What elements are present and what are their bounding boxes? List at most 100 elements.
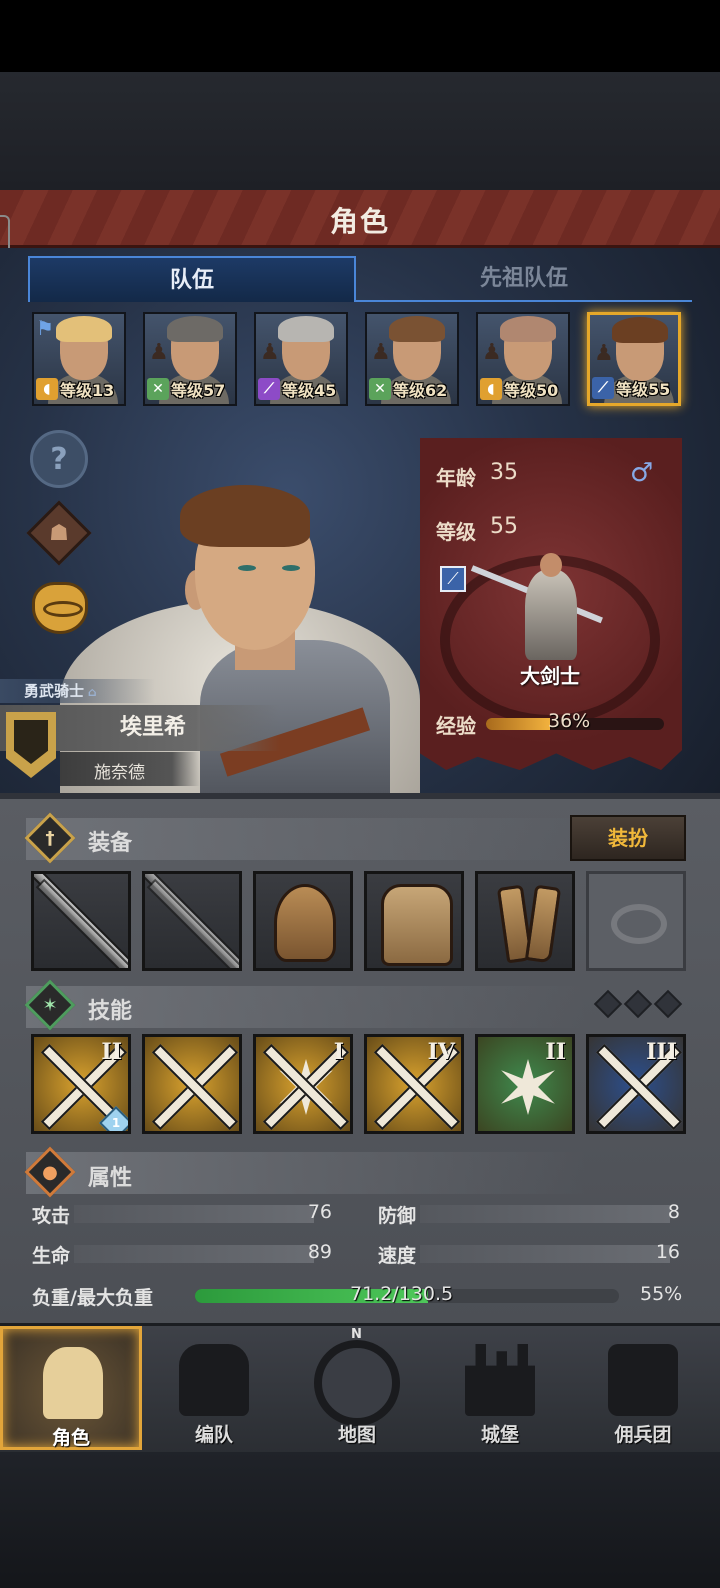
dress-up-button[interactable]: 装扮 <box>570 815 686 861</box>
greatsword-icon[interactable] <box>31 871 131 971</box>
leader-flag-icon: ⚑ <box>36 316 54 340</box>
helmet-group-icon <box>179 1344 249 1416</box>
unit-mini-icon: ♟ <box>371 340 391 365</box>
starburst-icon[interactable]: II <box>475 1034 575 1134</box>
speed-value: 16 <box>655 1241 680 1263</box>
skill-rank: II <box>101 1039 122 1065</box>
roster-portrait[interactable]: ♟ ⟋ 等级45 <box>254 312 348 406</box>
shield-icon: ◖ <box>480 378 502 400</box>
bottom-backdrop <box>0 1452 720 1588</box>
top-backdrop <box>0 72 720 190</box>
roster-portrait[interactable]: ♟ ✕ 等级62 <box>365 312 459 406</box>
sword-icon: ⟋ <box>592 377 614 399</box>
age-label: 年龄 <box>436 466 476 490</box>
shield-icon: ◖ <box>36 378 58 400</box>
exp-percent: 36% <box>548 710 591 732</box>
portrait-level: 等级13 <box>60 381 115 400</box>
exp-label: 经验 <box>436 714 476 738</box>
class-name: 大剑士 <box>520 664 580 688</box>
armor-icon[interactable] <box>364 871 464 971</box>
mercenary-icon <box>608 1344 678 1416</box>
portrait-hair <box>167 316 223 342</box>
ring-icon[interactable] <box>586 871 686 971</box>
crossed-swords-icon[interactable]: IV <box>364 1034 464 1134</box>
portrait-hair <box>500 316 556 342</box>
attack-label: 攻击 <box>32 1205 71 1227</box>
compass-north-label: N <box>351 1327 362 1342</box>
unit-mini-icon: ♟ <box>594 341 614 366</box>
portrait-hair <box>612 317 668 343</box>
helmet-icon[interactable] <box>253 871 353 971</box>
help-icon[interactable]: ? <box>30 430 88 488</box>
sword-class-icon: ⟋ <box>440 566 466 592</box>
sword-aura-icon[interactable] <box>142 1034 242 1134</box>
page-header: 角色 <box>0 190 720 248</box>
portrait-level: 等级62 <box>393 381 448 400</box>
skill-badge-text: 1 <box>111 1116 121 1130</box>
portrait-level: 等级55 <box>616 380 671 399</box>
crossed-weapons-icon: ✕ <box>147 378 169 400</box>
skill-rank: IV <box>427 1039 455 1065</box>
exp-bar-fill <box>486 718 551 730</box>
compass-icon <box>314 1340 400 1426</box>
greatsword-icon[interactable] <box>142 871 242 971</box>
hero-title-text: 勇武骑士 <box>24 682 85 700</box>
arrow-strike-icon[interactable]: II 1 <box>31 1034 131 1134</box>
male-icon: ♂ <box>630 458 654 488</box>
knight-icon <box>43 1347 103 1419</box>
page-title: 角色 <box>329 205 390 238</box>
portrait-hair <box>389 316 445 342</box>
nav-role[interactable]: 角色 <box>0 1326 142 1450</box>
unit-mini-icon: ♟ <box>260 340 280 365</box>
roster-portrait[interactable]: ♟ ⟋ 等级55 <box>587 312 681 406</box>
speed-label: 速度 <box>378 1245 417 1267</box>
load-label: 负重/最大负重 <box>32 1287 153 1309</box>
nav-mercenary[interactable]: 佣兵团 <box>572 1326 714 1450</box>
portrait-level: 等级57 <box>171 381 226 400</box>
roster-portrait[interactable]: ♟ ✕ 等级57 <box>143 312 237 406</box>
boots-icon[interactable] <box>475 871 575 971</box>
age-value: 35 <box>490 460 518 485</box>
roster-portrait[interactable]: ♟ ◖ 等级50 <box>476 312 570 406</box>
castle-icon <box>465 1344 535 1416</box>
unit-mini-icon: ♟ <box>149 340 169 365</box>
crossed-weapons-icon: ✕ <box>369 378 391 400</box>
tab-ancestor-team[interactable]: 先祖队伍 <box>356 256 692 302</box>
nav-mercenary-label: 佣兵团 <box>614 1424 672 1446</box>
skill-rank: I <box>333 1039 344 1065</box>
rank-badge-icon: ⌂ <box>88 685 97 699</box>
unit-mini-icon: ♟ <box>482 340 502 365</box>
hero-title: 勇武骑士 ⌂ <box>0 679 155 703</box>
equipment-title: 装备 <box>88 831 133 856</box>
nav-role-label: 角色 <box>51 1427 90 1449</box>
portrait-hair <box>278 316 334 342</box>
potion-pot-icon[interactable] <box>32 582 88 634</box>
nav-map-label: 地图 <box>337 1424 376 1446</box>
nav-castle[interactable]: 城堡 <box>429 1326 571 1450</box>
defense-label: 防御 <box>378 1205 417 1227</box>
level-value: 55 <box>490 514 518 539</box>
hp-value: 89 <box>307 1241 332 1263</box>
load-percent: 55% <box>640 1283 683 1305</box>
portrait-level: 等级50 <box>504 381 559 400</box>
skill-rank: III <box>646 1039 677 1065</box>
load-value: 71.2/130.5 <box>350 1283 454 1305</box>
hp-label: 生命 <box>32 1245 71 1267</box>
skill-burst-shape <box>501 1059 555 1115</box>
nav-map[interactable]: N 地图 <box>286 1326 428 1450</box>
burst-strike-icon[interactable]: I <box>253 1034 353 1134</box>
tab-team[interactable]: 队伍 <box>28 256 356 302</box>
skill-rank: II <box>545 1039 566 1065</box>
portrait-level: 等级45 <box>282 381 337 400</box>
nav-formation[interactable]: 编队 <box>143 1326 285 1450</box>
crossed-swords-icon[interactable]: III <box>586 1034 686 1134</box>
hero-name: 埃里希 <box>120 715 187 740</box>
level-label: 等级 <box>436 520 476 544</box>
attack-value: 76 <box>307 1201 332 1223</box>
nav-formation-label: 编队 <box>194 1424 233 1446</box>
staff-icon: ⟋ <box>258 378 280 400</box>
status-bar-area <box>0 0 720 72</box>
roster-portrait[interactable]: ⚑ ◖ 等级13 <box>32 312 126 406</box>
attributes-title: 属性 <box>88 1166 133 1191</box>
defense-value: 8 <box>667 1201 680 1223</box>
